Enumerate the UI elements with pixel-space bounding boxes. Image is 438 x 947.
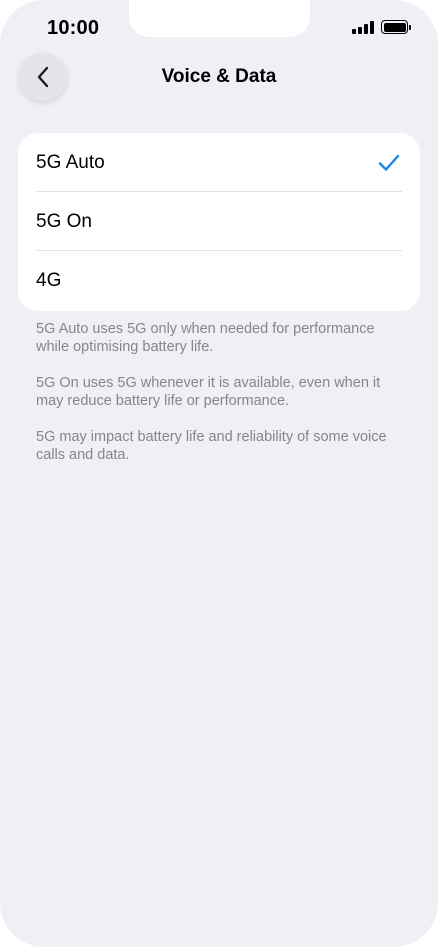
battery-full-icon [381, 20, 411, 34]
footnote-5g-auto: 5G Auto uses 5G only when needed for per… [36, 321, 375, 355]
checkmark-icon [378, 154, 400, 171]
device-notch [129, 0, 310, 37]
option-5g-auto[interactable]: 5G Auto [18, 133, 420, 192]
footnote-5g-on: 5G On uses 5G whenever it is available, … [36, 375, 381, 409]
status-time: 10:00 [47, 17, 100, 39]
option-label: 4G [36, 269, 62, 291]
cellular-signal-icon [352, 20, 374, 34]
footnote-5g-impact: 5G may impact battery life and reliabili… [36, 429, 387, 463]
status-indicators [352, 20, 411, 34]
option-label: 5G Auto [36, 151, 105, 173]
phone-screen: 10:00 Voice & Data 5G Auto 5G On 4G 5G A… [0, 0, 438, 947]
option-label: 5G On [36, 210, 92, 232]
page-title: Voice & Data [161, 66, 277, 87]
option-5g-on[interactable]: 5G On [18, 192, 420, 251]
option-4g[interactable]: 4G [18, 251, 420, 310]
network-options-list: 5G Auto 5G On 4G [18, 133, 420, 311]
